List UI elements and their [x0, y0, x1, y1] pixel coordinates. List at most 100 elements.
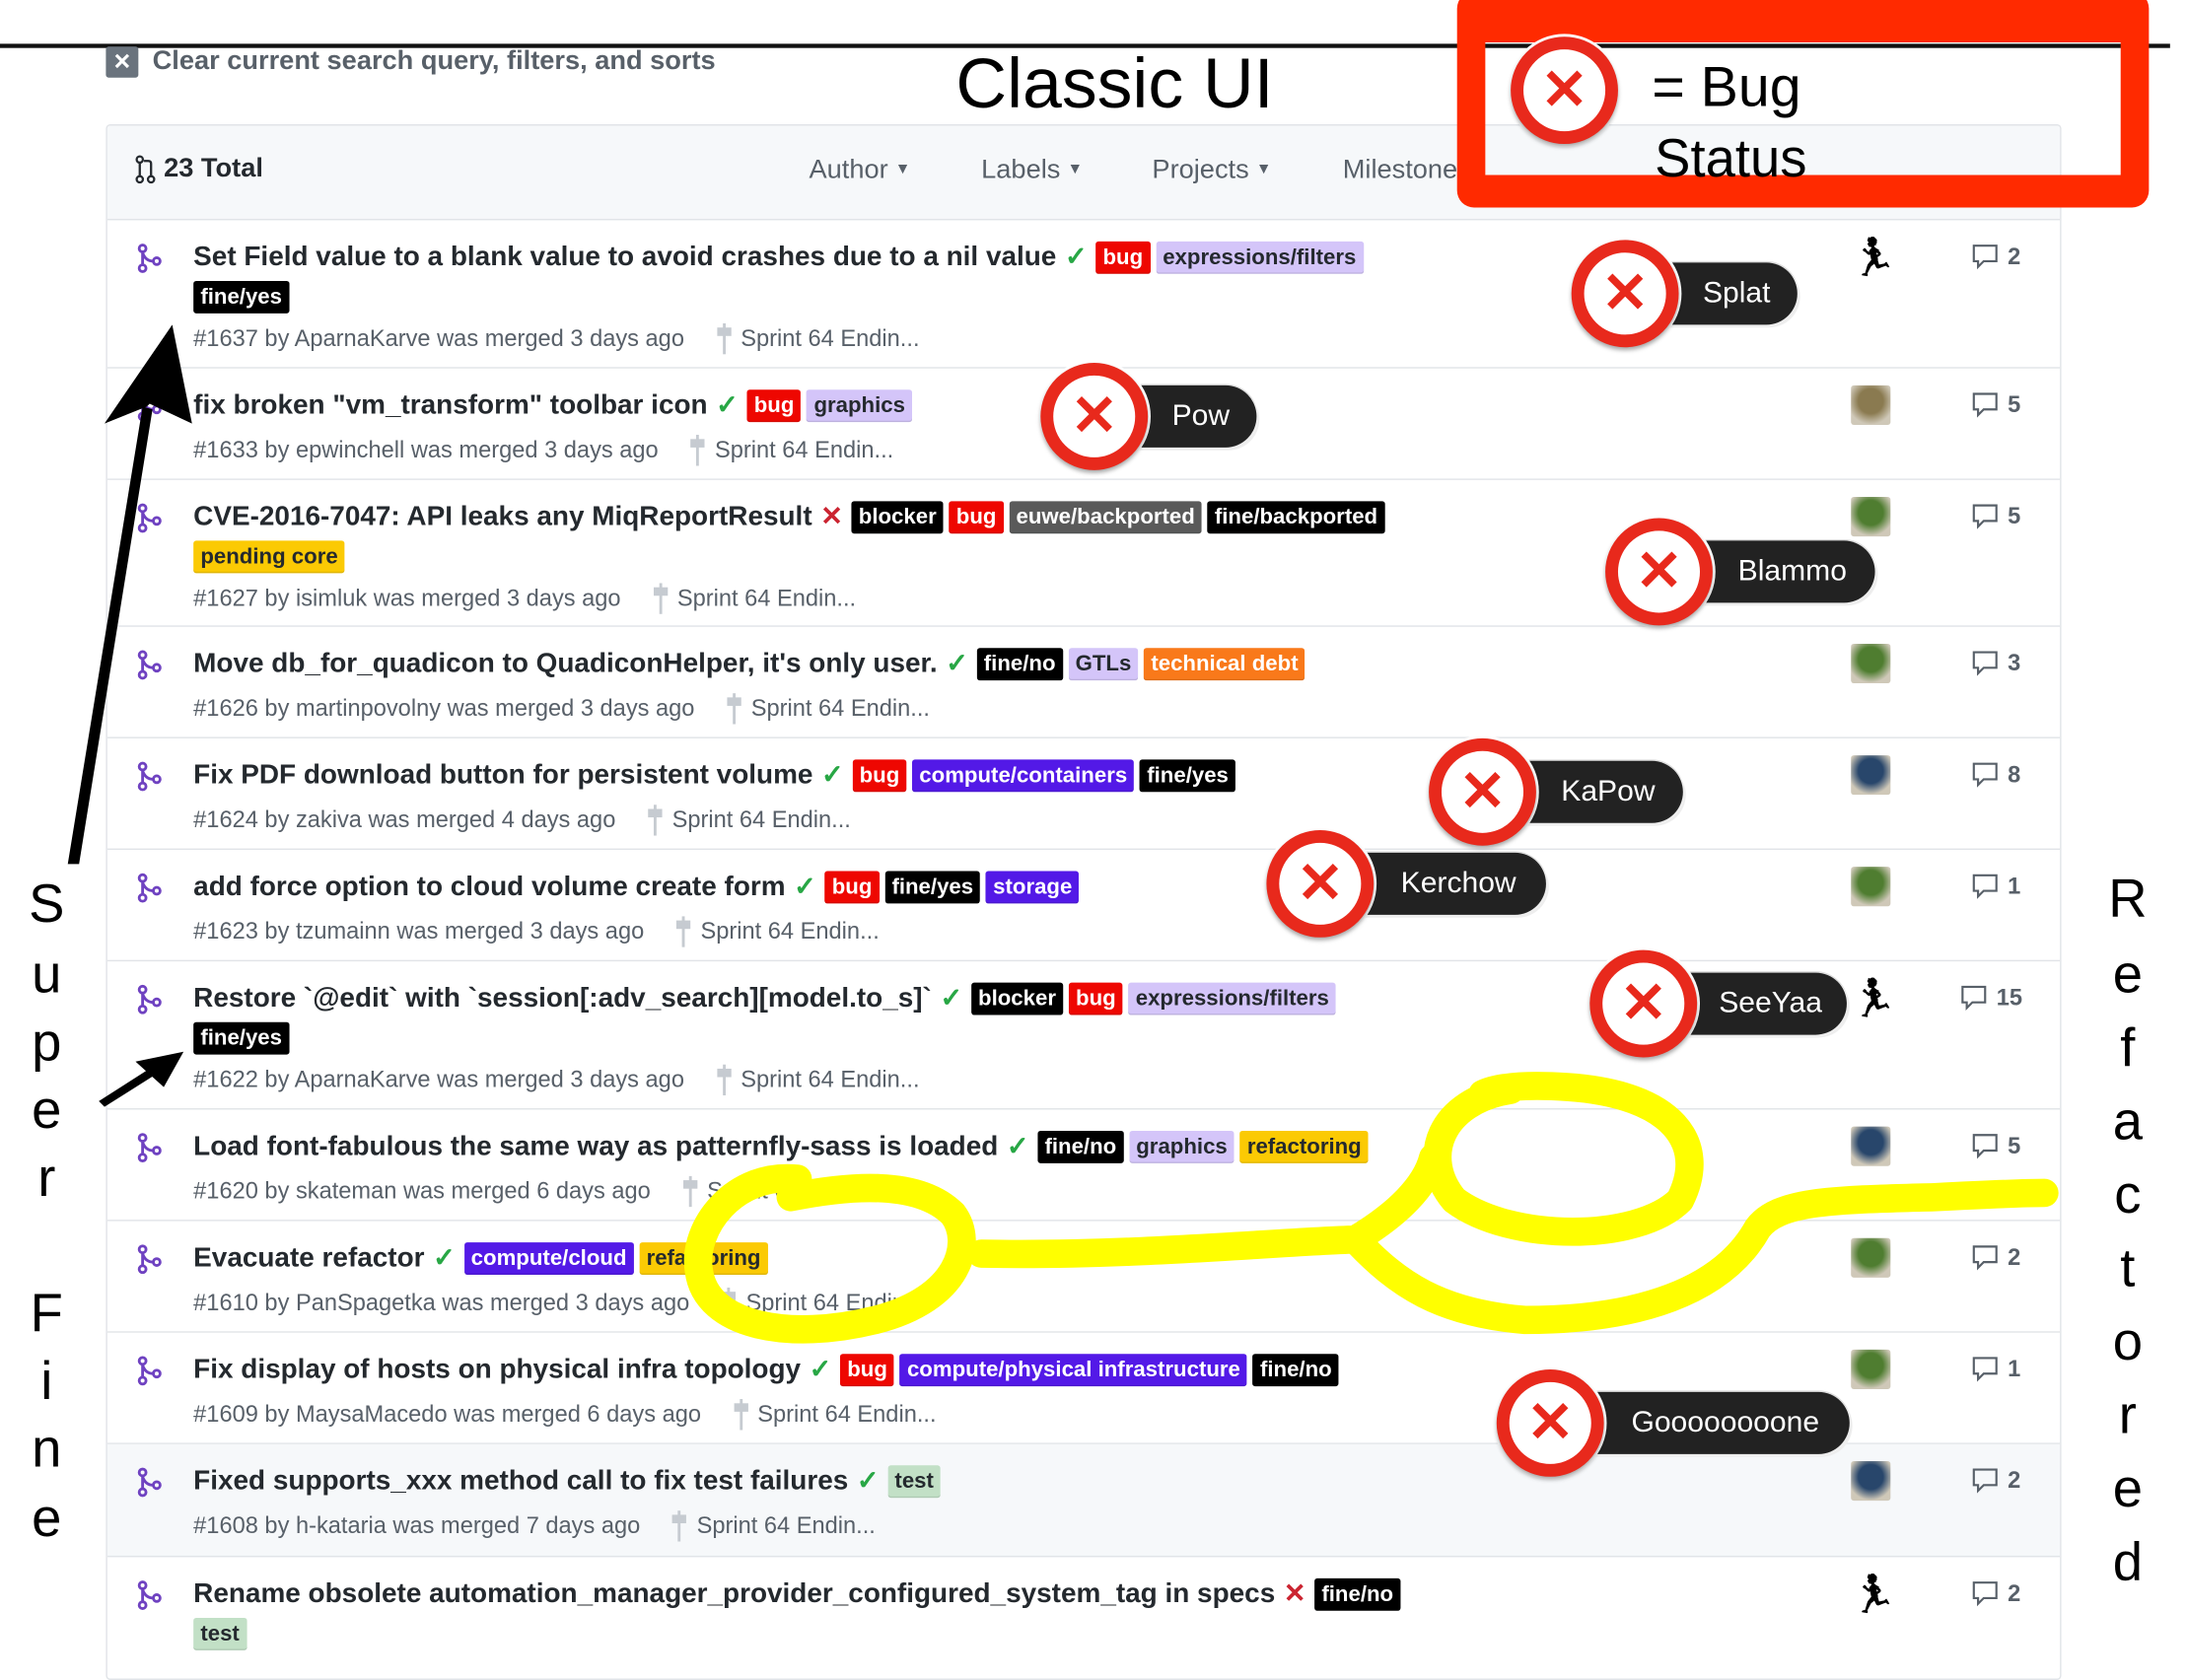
label-test[interactable]: test — [193, 1617, 247, 1650]
label-bug[interactable]: bug — [1095, 241, 1151, 274]
label-bug[interactable]: bug — [824, 871, 880, 904]
avatar[interactable] — [1851, 1461, 1891, 1502]
avatar[interactable] — [1851, 755, 1891, 796]
label-graphics[interactable]: graphics — [807, 389, 913, 423]
runner-icon[interactable]: 🏃 — [1851, 1575, 1896, 1614]
milestone-link[interactable]: Sprint 64 Endin... — [721, 1287, 925, 1319]
label-refactoring[interactable]: refactoring — [1239, 1130, 1369, 1163]
label-gtls[interactable]: GTLs — [1068, 648, 1139, 681]
avatar[interactable] — [1851, 1237, 1891, 1278]
label-euwe-backported[interactable]: euwe/backported — [1009, 501, 1202, 534]
pr-title-link[interactable]: add force option to cloud volume create … — [193, 871, 785, 902]
check-icon[interactable]: ✓ — [794, 873, 816, 902]
check-icon[interactable]: ✓ — [940, 984, 962, 1014]
label-fine-yes[interactable]: fine/yes — [884, 871, 981, 904]
label-bug[interactable]: bug — [949, 501, 1004, 534]
comments-link[interactable]: 5 — [1971, 503, 2020, 531]
pr-title-link[interactable]: Restore `@edit` with `session[:adv_searc… — [193, 983, 932, 1015]
milestone-link[interactable]: Sprint 64 Endin... — [733, 1399, 937, 1431]
comment-icon — [1961, 985, 1987, 1011]
label-fine-no[interactable]: fine/no — [1252, 1354, 1339, 1387]
label-bug[interactable]: bug — [852, 759, 907, 793]
check-icon[interactable]: ✓ — [1007, 1132, 1029, 1161]
check-icon[interactable]: ✓ — [821, 761, 844, 791]
label-expressions-filters[interactable]: expressions/filters — [1156, 241, 1364, 274]
comments-link[interactable]: 1 — [1971, 873, 2020, 901]
milestone-link[interactable]: Sprint 64 Endin... — [671, 1510, 876, 1542]
comments-link[interactable]: 5 — [1971, 391, 2020, 420]
label-blocker[interactable]: blocker — [970, 982, 1064, 1015]
comments-link[interactable]: 15 — [1959, 984, 2022, 1013]
comments-link[interactable]: 5 — [1971, 1132, 2020, 1160]
clear-filters-link[interactable]: × Clear current search query, filters, a… — [106, 46, 716, 78]
avatar[interactable] — [1851, 1349, 1891, 1389]
avatar[interactable] — [1851, 497, 1891, 537]
pr-title-link[interactable]: Fix display of hosts on physical infra t… — [193, 1354, 801, 1385]
avatar[interactable] — [1851, 385, 1891, 426]
comments-link[interactable]: 2 — [1971, 1579, 2020, 1608]
milestone-link[interactable]: Sprint 64 Endin... — [675, 916, 880, 947]
label-fine-no[interactable]: fine/no — [1037, 1130, 1124, 1163]
labels-filter[interactable]: Labels ▼ — [981, 156, 1083, 187]
x-icon[interactable]: ✕ — [1284, 1579, 1306, 1609]
pr-title-link[interactable]: Rename obsolete automation_manager_provi… — [193, 1578, 1275, 1610]
label-bug[interactable]: bug — [840, 1354, 895, 1387]
x-icon[interactable]: ✕ — [820, 503, 843, 532]
pr-title-link[interactable]: Fix PDF download button for persistent v… — [193, 759, 812, 791]
avatar[interactable] — [1851, 1126, 1891, 1166]
milestone-link[interactable]: Sprint 64 Endin... — [715, 322, 920, 355]
check-icon[interactable]: ✓ — [433, 1244, 456, 1274]
label-fine-yes[interactable]: fine/yes — [193, 280, 290, 314]
comments-link[interactable]: 1 — [1971, 1356, 2020, 1384]
pr-title-link[interactable]: fix broken "vm_transform" toolbar icon — [193, 389, 707, 421]
label-expressions-filters[interactable]: expressions/filters — [1128, 982, 1337, 1015]
label-graphics[interactable]: graphics — [1129, 1130, 1235, 1163]
label-compute-cloud[interactable]: compute/cloud — [463, 1242, 634, 1276]
milestone-link[interactable]: Sprint 64 Endin... — [715, 1064, 920, 1096]
pr-title-link[interactable]: Load font-fabulous the same way as patte… — [193, 1131, 998, 1162]
comments-link[interactable]: 2 — [1971, 1244, 2020, 1273]
label-bug[interactable]: bug — [746, 389, 802, 423]
runner-icon[interactable]: 🏃 — [1851, 238, 1896, 277]
milestone-link[interactable]: Sprint 64 Endin... — [647, 805, 851, 836]
label-fine-no[interactable]: fine/no — [976, 648, 1063, 681]
milestone-link[interactable]: Sprint 64 Endin... — [726, 693, 930, 725]
label-storage[interactable]: storage — [986, 871, 1080, 904]
label-compute-physical-infrastructure[interactable]: compute/physical infrastructure — [899, 1354, 1248, 1387]
milestone-link[interactable]: Sprint 64 Endin... — [681, 1175, 885, 1208]
label-bug[interactable]: bug — [1068, 982, 1123, 1015]
comments-link[interactable]: 3 — [1971, 650, 2020, 678]
label-fine-yes[interactable]: fine/yes — [193, 1021, 290, 1055]
projects-filter[interactable]: Projects ▼ — [1152, 156, 1271, 187]
label-refactoring[interactable]: refactoring — [639, 1242, 768, 1276]
label-fine-no[interactable]: fine/no — [1314, 1577, 1401, 1611]
comments-link[interactable]: 8 — [1971, 761, 2020, 790]
label-compute-containers[interactable]: compute/containers — [912, 759, 1135, 793]
runner-icon[interactable]: 🏃 — [1851, 978, 1896, 1017]
label-pending-core[interactable]: pending core — [193, 540, 345, 574]
comments-link[interactable]: 2 — [1971, 1467, 2020, 1496]
check-icon[interactable]: ✓ — [1065, 243, 1088, 272]
pr-title-link[interactable]: Set Field value to a blank value to avoi… — [193, 242, 1056, 273]
comments-link[interactable]: 2 — [1971, 243, 2020, 271]
avatar[interactable] — [1851, 643, 1891, 684]
pr-title-link[interactable]: CVE-2016-7047: API leaks any MiqReportRe… — [193, 501, 811, 532]
label-fine-backported[interactable]: fine/backported — [1207, 501, 1385, 534]
label-fine-yes[interactable]: fine/yes — [1140, 759, 1236, 793]
author-filter[interactable]: Author ▼ — [809, 156, 910, 187]
check-icon[interactable]: ✓ — [716, 391, 739, 421]
label-blocker[interactable]: blocker — [851, 501, 944, 534]
pr-title-link[interactable]: Fixed supports_xxx method call to fix te… — [193, 1465, 848, 1497]
milestone-link[interactable]: Sprint 64 Endin... — [652, 583, 856, 614]
label-technical-debt[interactable]: technical debt — [1144, 648, 1305, 681]
pr-title-link[interactable]: Evacuate refactor — [193, 1242, 424, 1274]
check-icon[interactable]: ✓ — [946, 650, 968, 679]
label-test[interactable]: test — [887, 1465, 942, 1499]
milestone-link[interactable]: Sprint 64 Endin... — [689, 435, 893, 466]
milestone-filter[interactable]: Milestone — [1343, 156, 1457, 187]
check-icon[interactable]: ✓ — [857, 1467, 880, 1497]
avatar[interactable] — [1851, 867, 1891, 907]
total-count[interactable]: 23 Total — [135, 154, 263, 185]
pr-title-link[interactable]: Move db_for_quadicon to QuadiconHelper, … — [193, 648, 937, 679]
check-icon[interactable]: ✓ — [810, 1356, 832, 1385]
